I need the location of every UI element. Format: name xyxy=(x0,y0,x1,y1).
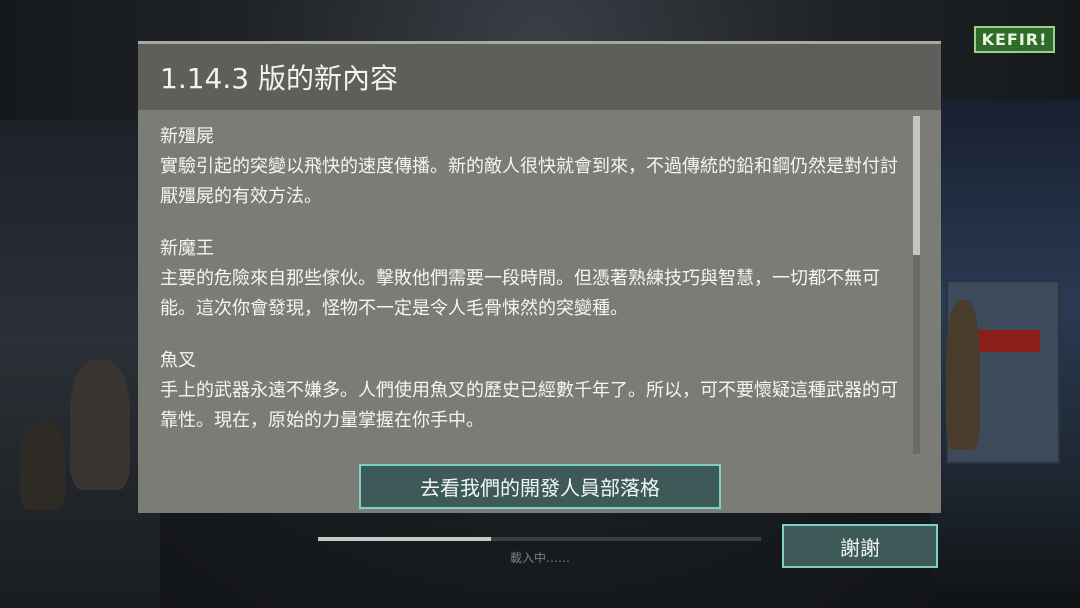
background-red-sign xyxy=(970,330,1040,352)
loading-progress-bar xyxy=(318,537,761,541)
section-body: 實驗引起的突變以飛快的速度傳播。新的敵人很快就會到來，不過傳統的鉛和鋼仍然是對付… xyxy=(160,156,898,207)
background-zombie-figure xyxy=(20,420,65,510)
section-body: 手上的武器永遠不嫌多。人們使用魚叉的歷史已經數千年了。所以，可不要懷疑這種武器的… xyxy=(160,380,898,431)
section-title: 魚叉 xyxy=(160,350,196,371)
background-zombie-figure xyxy=(70,360,130,490)
dialog-title: 1.14.3 版的新內容 xyxy=(138,44,941,110)
loading-text: 載入中…… xyxy=(509,551,570,565)
background-survivor-figure xyxy=(946,300,980,450)
release-note-section: 新魔王 主要的危險來自那些傢伙。擊敗他們需要一段時間。但憑著熟練技巧與智慧，一切… xyxy=(160,234,913,324)
background-left-scene xyxy=(0,120,160,608)
kefir-logo: KEFIR! xyxy=(974,26,1055,53)
release-note-section: 新殭屍 實驗引起的突變以飛快的速度傳播。新的敵人很快就會到來，不過傳統的鉛和鋼仍… xyxy=(160,122,913,212)
content-scrollbar[interactable] xyxy=(913,116,920,454)
section-body: 主要的危險來自那些傢伙。擊敗他們需要一段時間。但憑著熟練技巧與智慧，一切都不無可… xyxy=(160,268,880,319)
loading-progress-fill xyxy=(318,537,491,541)
section-title: 新殭屍 xyxy=(160,126,214,147)
section-title: 新魔王 xyxy=(160,238,214,259)
scrollbar-thumb[interactable] xyxy=(913,116,920,255)
dev-blog-button[interactable]: 去看我們的開發人員部落格 xyxy=(359,464,721,509)
whats-new-dialog: 1.14.3 版的新內容 新殭屍 實驗引起的突變以飛快的速度傳播。新的敵人很快就… xyxy=(138,41,941,513)
thanks-button[interactable]: 謝謝 xyxy=(782,524,938,568)
release-notes-content[interactable]: 新殭屍 實驗引起的突變以飛快的速度傳播。新的敵人很快就會到來，不過傳統的鉛和鋼仍… xyxy=(138,110,913,455)
release-note-section: 魚叉 手上的武器永遠不嫌多。人們使用魚叉的歷史已經數千年了。所以，可不要懷疑這種… xyxy=(160,346,913,436)
